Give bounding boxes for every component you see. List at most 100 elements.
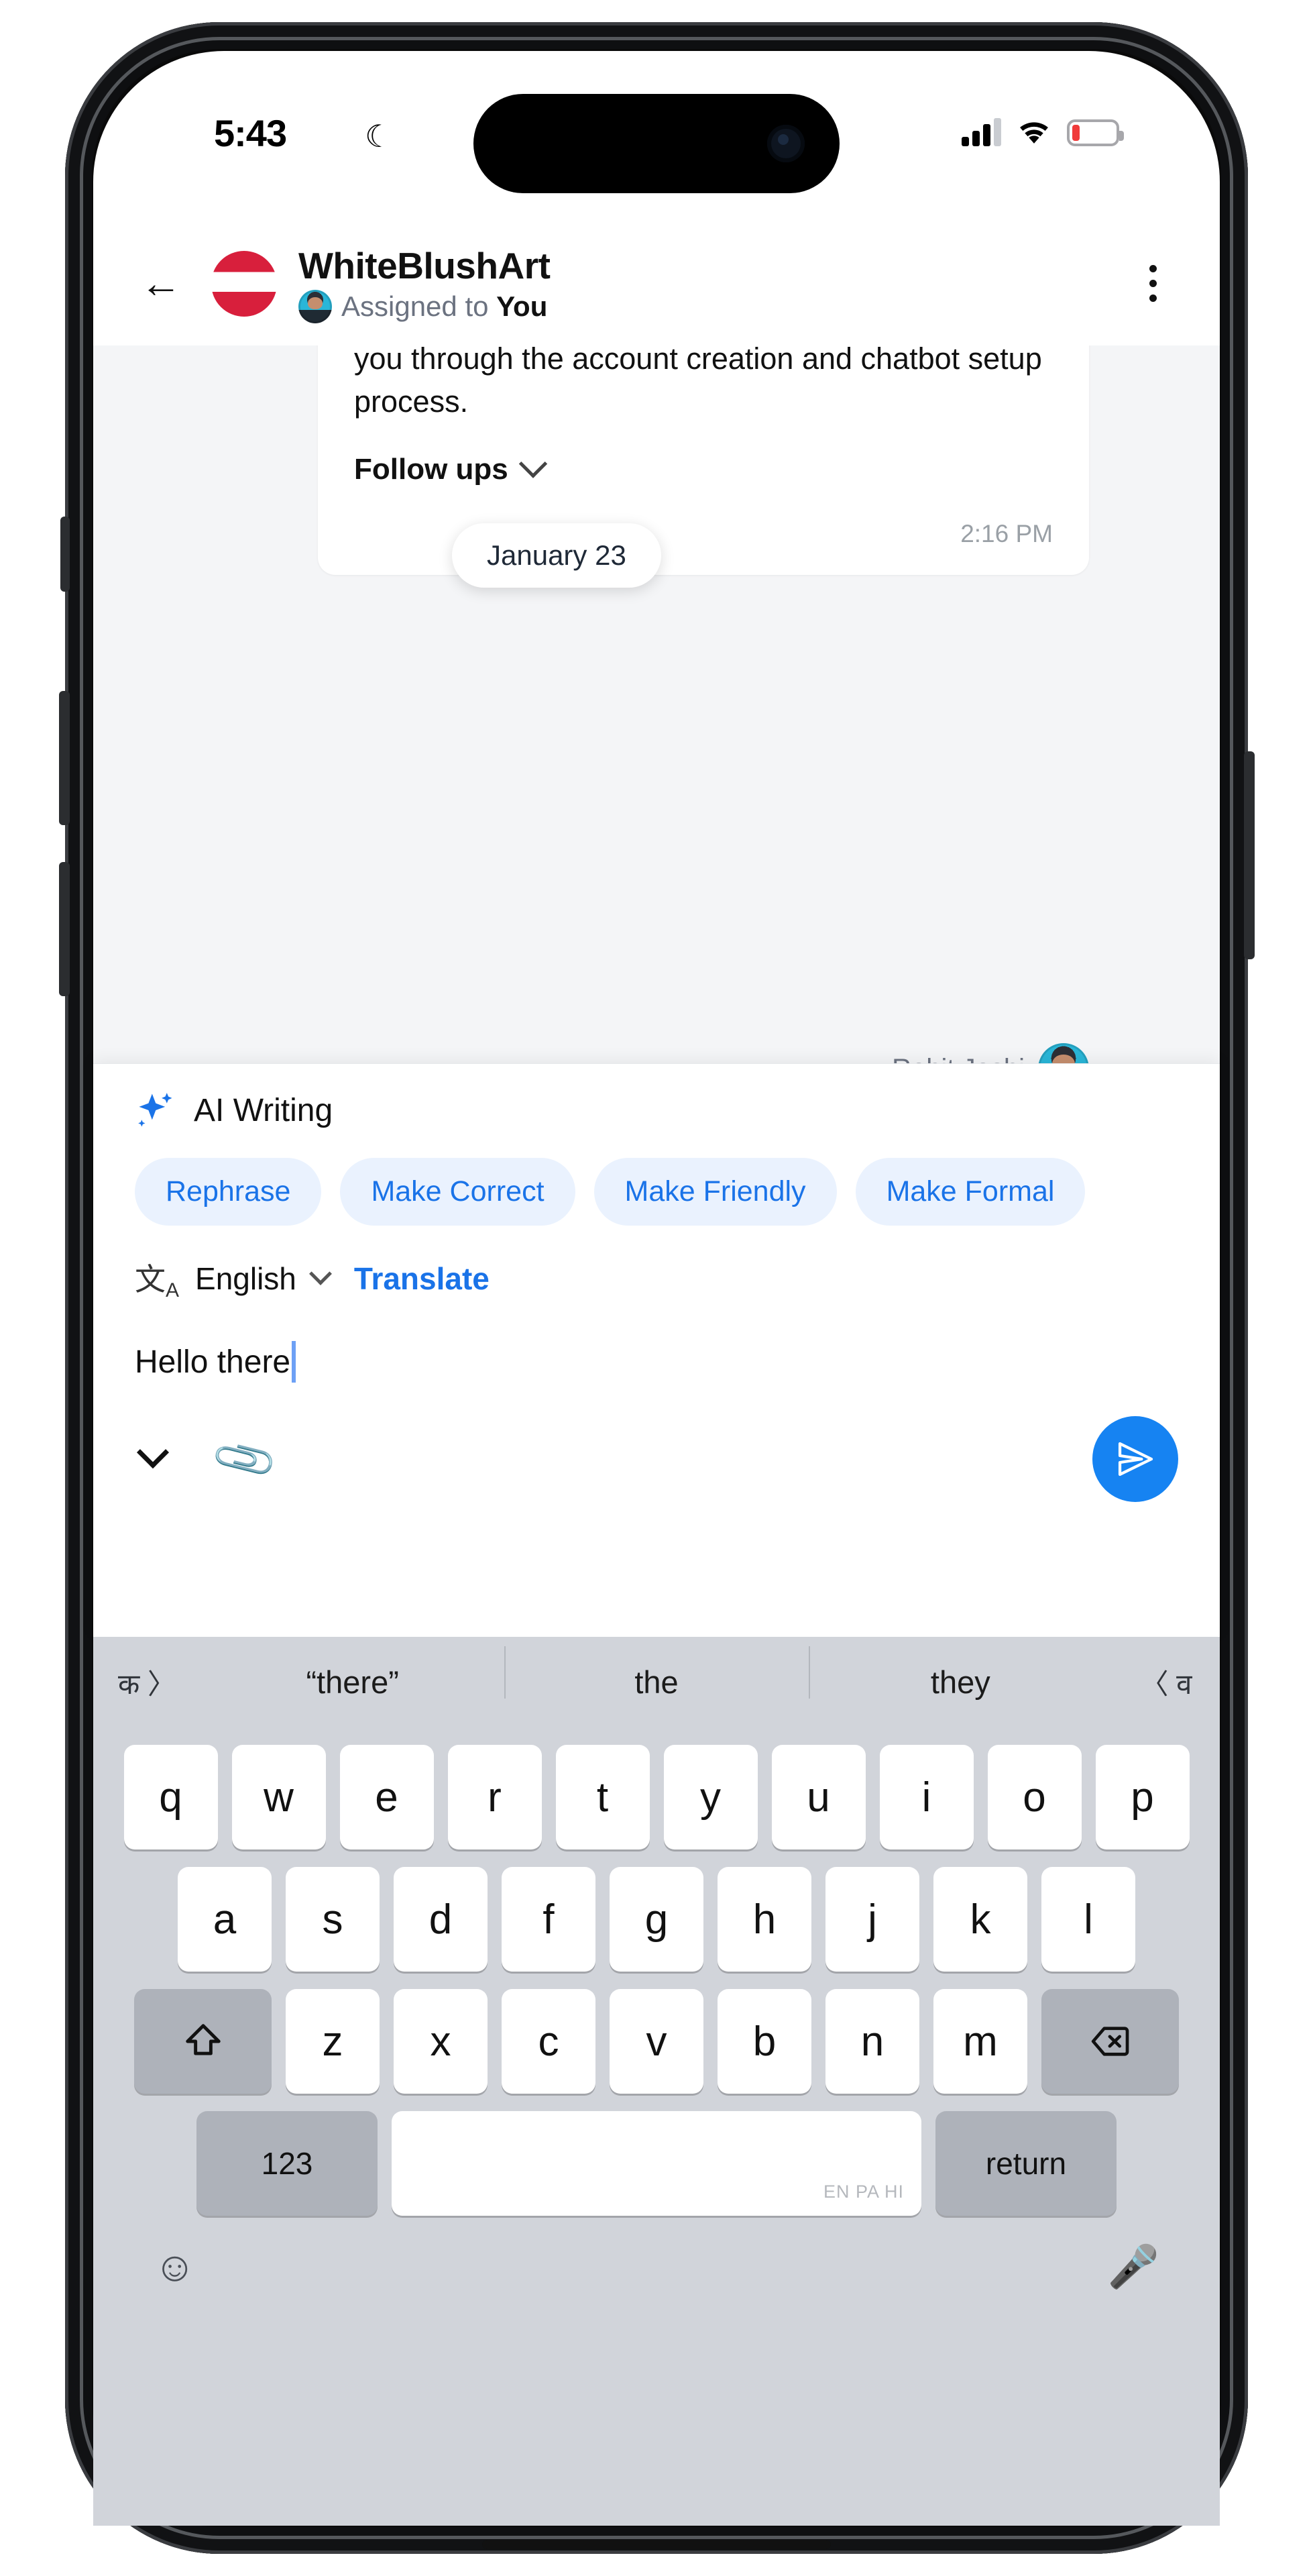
key-b[interactable]: b (718, 1989, 811, 2094)
volume-down-button[interactable] (59, 862, 70, 996)
follow-ups-toggle[interactable]: Follow ups (354, 449, 1053, 486)
page-title: WhiteBlushArt (298, 244, 551, 286)
suggestion-next-language[interactable]: 〈 व (1112, 1662, 1220, 1703)
outgoing-sender-row: Rohit Joshi (892, 1043, 1089, 1063)
text-cursor (292, 1341, 296, 1383)
send-button[interactable] (1092, 1416, 1178, 1503)
key-d[interactable]: d (394, 1867, 488, 1972)
compose-value: Hello there (135, 1344, 291, 1380)
crescent-moon-icon: ☾ (365, 119, 393, 154)
message-bubble-incoming: Build your chatbot in 2 minutes. This li… (318, 345, 1089, 575)
chip-make-formal[interactable]: Make Formal (855, 1158, 1086, 1226)
suggestion-item-1[interactable]: “there” (201, 1664, 504, 1701)
keyboard-row-1: q w e r t y u i o p (93, 1745, 1220, 1849)
silent-switch[interactable] (60, 517, 70, 592)
keyboard-row-3: z x c v b n m (93, 1989, 1220, 2094)
key-m[interactable]: m (933, 1989, 1027, 2094)
chevron-down-icon[interactable] (136, 1436, 170, 1469)
key-x[interactable]: x (394, 1989, 488, 2094)
key-s[interactable]: s (286, 1867, 380, 1972)
compose-toolbar: 📎 (93, 1383, 1220, 1503)
keyboard-row-2: a s d f g h j k l (93, 1867, 1220, 1972)
status-time: 5:43 (214, 112, 287, 154)
backspace-icon[interactable] (1041, 1989, 1179, 2094)
translate-row: 文A English Translate (93, 1226, 1220, 1302)
chevron-down-icon[interactable] (308, 1263, 332, 1285)
chevron-down-icon (518, 449, 547, 478)
ai-panel-title: AI Writing (194, 1092, 333, 1128)
dynamic-island (473, 94, 840, 193)
chat-message-list[interactable]: Build your chatbot in 2 minutes. This li… (93, 345, 1220, 1063)
assignment-label: Assigned to You (341, 290, 547, 323)
ai-panel-header: AI Writing (93, 1064, 1220, 1131)
keyboard-row-4: 123 EN PA HI return (93, 2111, 1220, 2216)
key-g[interactable]: g (610, 1867, 703, 1972)
incoming-message-body: . This link will guide you through the a… (354, 345, 1042, 419)
sender-avatar (1038, 1043, 1089, 1063)
key-c[interactable]: c (502, 1989, 595, 2094)
brand-avatar[interactable] (211, 250, 277, 317)
assignee-name: You (496, 290, 548, 322)
key-n[interactable]: n (825, 1989, 919, 2094)
microphone-icon[interactable]: 🎤 (1108, 2243, 1159, 2292)
incoming-message-text: Build your chatbot in 2 minutes. This li… (354, 345, 1053, 423)
key-v[interactable]: v (610, 1989, 703, 2094)
emoji-icon[interactable]: ☺ (154, 2243, 196, 2291)
chip-make-correct[interactable]: Make Correct (340, 1158, 575, 1226)
key-a[interactable]: a (178, 1867, 272, 1972)
suggestion-item-2[interactable]: the (504, 1646, 808, 1701)
follow-ups-label: Follow ups (354, 452, 508, 486)
status-icons (962, 118, 1124, 146)
return-key[interactable]: return (935, 2111, 1117, 2216)
header-text-group: WhiteBlushArt Assigned to You (298, 244, 551, 323)
translate-button[interactable]: Translate (354, 1260, 490, 1297)
home-indicator[interactable] (482, 2540, 831, 2549)
translate-icon: 文A (135, 1262, 180, 1302)
key-e[interactable]: e (339, 1745, 434, 1849)
language-label[interactable]: English (195, 1260, 296, 1297)
key-o[interactable]: o (987, 1745, 1082, 1849)
send-icon (1118, 1442, 1153, 1477)
key-j[interactable]: j (825, 1867, 919, 1972)
power-button[interactable] (1244, 751, 1255, 959)
key-u[interactable]: u (771, 1745, 866, 1849)
chip-make-friendly[interactable]: Make Friendly (593, 1158, 837, 1226)
key-h[interactable]: h (718, 1867, 811, 1972)
cellular-signal-icon (962, 118, 1001, 146)
message-input[interactable]: Hello there (93, 1302, 1220, 1383)
onscreen-keyboard[interactable]: क 〉 “there” the they 〈 व q w e r t y u i… (93, 1637, 1220, 2526)
sparkle-icon (138, 1093, 172, 1127)
volume-up-button[interactable] (59, 691, 70, 825)
key-q[interactable]: q (123, 1745, 218, 1849)
space-key[interactable]: EN PA HI (392, 2111, 921, 2216)
numeric-key[interactable]: 123 (196, 2111, 378, 2216)
key-p[interactable]: p (1095, 1745, 1190, 1849)
battery-low-icon (1067, 119, 1124, 146)
key-l[interactable]: l (1041, 1867, 1135, 1972)
suggestion-item-3[interactable]: they (808, 1646, 1112, 1701)
suggestion-prev-language[interactable]: क 〉 (93, 1662, 201, 1703)
assignee-avatar (298, 289, 332, 323)
more-vertical-icon[interactable] (1133, 265, 1173, 302)
key-y[interactable]: y (663, 1745, 758, 1849)
ai-action-chips[interactable]: Rephrase Make Correct Make Friendly Make… (93, 1131, 1220, 1226)
key-w[interactable]: w (231, 1745, 326, 1849)
keyboard-bottom-row: ☺ 🎤 (93, 2233, 1220, 2292)
chat-header: ← WhiteBlushArt Assigned to You (93, 221, 1220, 345)
chip-rephrase[interactable]: Rephrase (135, 1158, 322, 1226)
key-z[interactable]: z (286, 1989, 380, 2094)
shift-icon[interactable] (134, 1989, 272, 2094)
wifi-icon (1020, 122, 1048, 144)
sender-name: Rohit Joshi (892, 1054, 1025, 1064)
paperclip-icon[interactable]: 📎 (209, 1424, 281, 1495)
key-i[interactable]: i (879, 1745, 974, 1849)
front-camera-icon (767, 125, 805, 162)
suggestion-bar[interactable]: क 〉 “there” the they 〈 व (93, 1637, 1220, 1727)
key-r[interactable]: r (447, 1745, 542, 1849)
assignment-row: Assigned to You (298, 289, 550, 323)
ai-writing-panel: AI Writing Rephrase Make Correct Make Fr… (93, 1063, 1220, 1637)
key-f[interactable]: f (502, 1867, 595, 1972)
key-k[interactable]: k (933, 1867, 1027, 1972)
key-t[interactable]: t (555, 1745, 650, 1849)
back-button[interactable]: ← (140, 262, 194, 305)
